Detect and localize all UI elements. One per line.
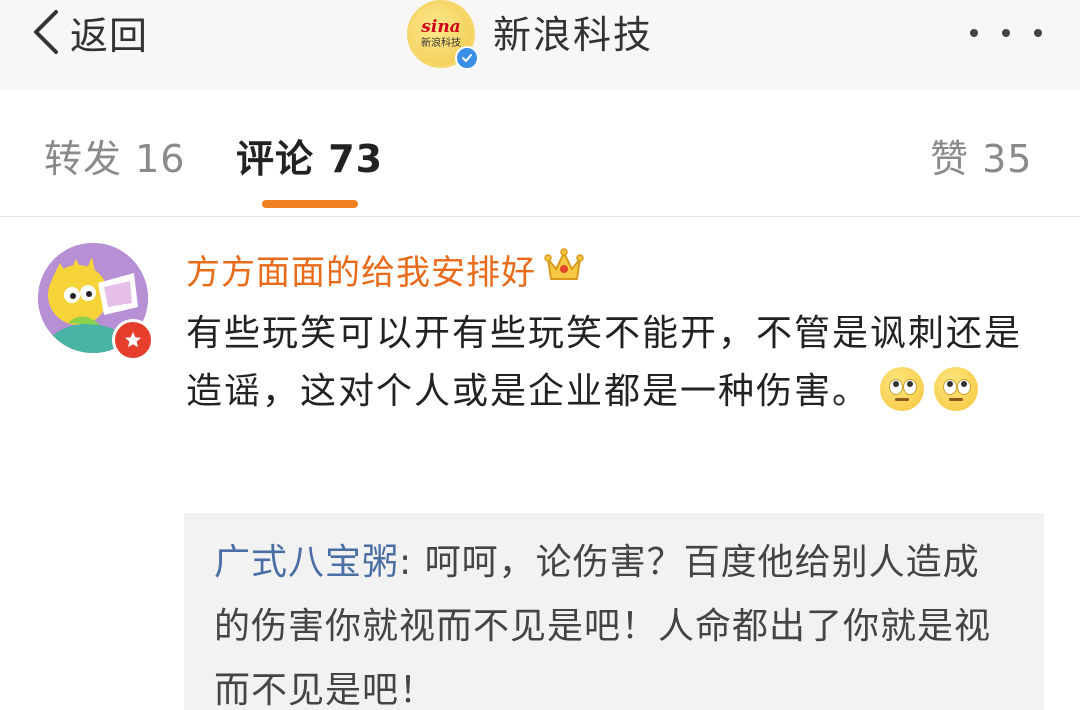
logo-text: sina xyxy=(421,16,461,37)
reply-separator: : xyxy=(399,542,425,583)
more-options-button[interactable] xyxy=(970,18,1042,48)
account-avatar[interactable]: sina 新浪科技 xyxy=(407,0,479,70)
tab-like[interactable]: 赞 35 xyxy=(930,128,1032,183)
eye-roll-emoji-icon xyxy=(934,367,979,411)
reply-username[interactable]: 广式八宝粥 xyxy=(214,542,399,583)
back-label: 返回 xyxy=(70,13,149,58)
account-header[interactable]: sina 新浪科技 新浪科技 xyxy=(407,0,653,70)
reply-box[interactable]: 广式八宝粥: 呵呵，论伤害？百度他给别人造成的伤害你就视而不见是吧！人命都出了你… xyxy=(184,513,1044,710)
reply-body: 广式八宝粥: 呵呵，论伤害？百度他给别人造成的伤害你就视而不见是吧！人命都出了你… xyxy=(214,531,1014,710)
commenter-avatar[interactable] xyxy=(38,243,154,361)
eye-roll-emoji-icon xyxy=(880,367,925,411)
active-tab-indicator xyxy=(262,200,358,208)
commenter-username[interactable]: 方方面面的给我安排好 xyxy=(186,245,584,294)
more-dot-icon xyxy=(1002,29,1010,37)
logo-subtext: 新浪科技 xyxy=(421,37,461,49)
crown-icon xyxy=(544,247,584,292)
weibo-comment-page: 返回 sina 新浪科技 新浪科技 转发 16 评论 73 赞 35 方方面面的… xyxy=(0,0,1080,710)
top-nav-bar: 返回 sina 新浪科技 新浪科技 xyxy=(0,0,1080,91)
tab-repost[interactable]: 转发 16 xyxy=(44,128,185,183)
member-badge-icon xyxy=(112,319,154,361)
comment-body: 有些玩笑可以开有些玩笑不能开，不管是讽刺还是造谣，这对个人或是企业都是一种伤害。 xyxy=(186,305,1026,421)
tab-comment[interactable]: 评论 73 xyxy=(236,128,383,183)
verified-badge-icon xyxy=(455,46,479,70)
more-dot-icon xyxy=(970,29,978,37)
more-dot-icon xyxy=(1034,29,1042,37)
username-text: 方方面面的给我安排好 xyxy=(186,253,536,293)
account-name[interactable]: 新浪科技 xyxy=(493,4,653,59)
comment-item: 方方面面的给我安排好 有些玩笑可以开有些玩笑不能开，不管是讽刺还是造谣，这对个人… xyxy=(0,217,1080,710)
chevron-left-icon xyxy=(30,8,60,56)
tab-bar: 转发 16 评论 73 赞 35 xyxy=(0,90,1080,217)
back-button[interactable]: 返回 xyxy=(30,4,148,60)
